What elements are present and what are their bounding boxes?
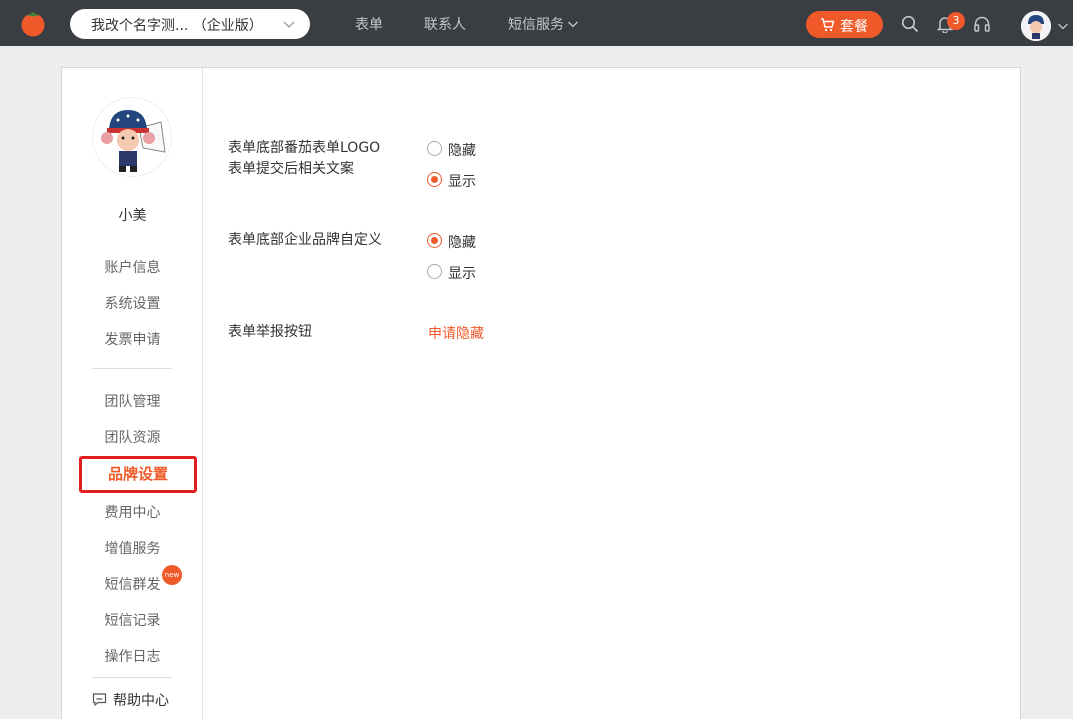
radio-circle: [427, 141, 442, 156]
settings-panel: 小美 账户信息 系统设置 发票申请 团队管理 团队资源 品牌设置 费用中心 增值…: [61, 67, 1021, 719]
sidebar-item-operation-log[interactable]: 操作日志: [62, 646, 203, 666]
sidebar-item-team-resources[interactable]: 团队资源: [62, 427, 203, 447]
nav-contacts[interactable]: 联系人: [424, 14, 466, 34]
radio-label: 显示: [448, 174, 476, 190]
sidebar-item-value-added[interactable]: 增值服务: [62, 538, 203, 558]
plan-button-label: 套餐: [840, 19, 868, 35]
username: 小美: [118, 208, 147, 224]
sidebar-item-sms-broadcast[interactable]: 短信群发: [62, 574, 203, 594]
sidebar-item-team-management[interactable]: 团队管理: [62, 391, 203, 411]
chevron-down-icon: [568, 21, 578, 28]
sidebar-item-account-info[interactable]: 账户信息: [62, 257, 203, 277]
radio-circle: [427, 233, 442, 248]
character-avatar-icon: [1021, 11, 1051, 41]
user-avatar[interactable]: [1021, 11, 1051, 41]
sidebar: 小美 账户信息 系统设置 发票申请 团队管理 团队资源 品牌设置 费用中心 增值…: [62, 68, 203, 719]
character-avatar-icon: [93, 98, 171, 176]
logo-setting-label: 表单底部番茄表单LOGO 表单提交后相关文案: [228, 138, 380, 180]
radio-label: 隐藏: [448, 143, 476, 159]
headset-icon[interactable]: [973, 15, 991, 33]
report-setting-label: 表单举报按钮: [228, 324, 312, 340]
workspace-selector[interactable]: 我改个名字测... （企业版）: [70, 9, 310, 39]
sidebar-item-brand-settings[interactable]: 品牌设置: [79, 456, 197, 493]
sidebar-divider: [92, 677, 172, 678]
radio-label: 显示: [448, 266, 476, 282]
sidebar-item-billing[interactable]: 费用中心: [62, 502, 203, 522]
sidebar-item-system-settings[interactable]: 系统设置: [62, 293, 203, 313]
nav-sms-service-label: 短信服务: [508, 17, 564, 33]
chevron-down-icon: [283, 21, 295, 28]
logo-setting-label-line2: 表单提交后相关文案: [228, 161, 354, 177]
top-nav-bar: 我改个名字测... （企业版） 表单 联系人 短信服务 套餐 3: [0, 0, 1073, 46]
nav-sms-service[interactable]: 短信服务: [508, 14, 579, 34]
nav-forms[interactable]: 表单: [355, 14, 383, 34]
chevron-down-icon[interactable]: [1057, 20, 1069, 32]
radio-label: 隐藏: [448, 235, 476, 251]
sidebar-item-invoice[interactable]: 发票申请: [62, 329, 203, 349]
cart-icon: [821, 18, 835, 32]
plan-button[interactable]: 套餐: [806, 11, 883, 38]
chat-bubble-icon: [92, 693, 107, 707]
help-center-link[interactable]: 帮助中心: [92, 690, 169, 710]
notification-badge: 3: [947, 12, 965, 30]
sidebar-item-sms-records[interactable]: 短信记录: [62, 610, 203, 630]
radio-circle: [427, 264, 442, 279]
radio-circle: [427, 172, 442, 187]
help-center-label: 帮助中心: [113, 693, 169, 709]
new-badge: new: [162, 565, 182, 585]
logo-setting-label-line1: 表单底部番茄表单LOGO: [228, 140, 381, 156]
tomato-logo-icon[interactable]: [19, 9, 47, 37]
workspace-name: 我改个名字测... （企业版）: [91, 18, 263, 34]
brand-setting-label: 表单底部企业品牌自定义: [228, 232, 382, 248]
search-icon[interactable]: [901, 15, 919, 33]
apply-hide-link[interactable]: 申请隐藏: [428, 323, 484, 343]
sidebar-divider: [92, 368, 172, 369]
profile-avatar: [92, 97, 172, 177]
